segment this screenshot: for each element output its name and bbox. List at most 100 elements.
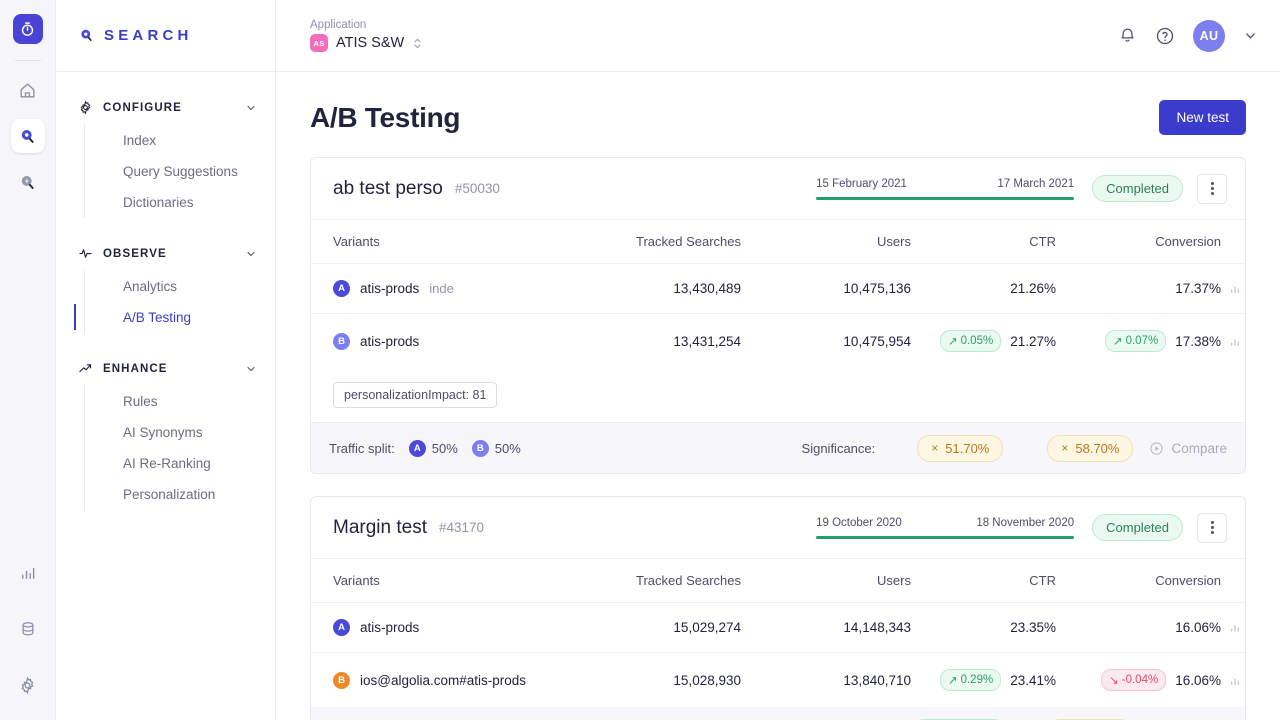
rail-item-home[interactable] [11,73,45,107]
app-root: SEARCH CONFIGURE Index Query Suggestions… [0,0,1280,720]
personalization-impact-tag: personalizationImpact: 81 [333,382,498,408]
bell-icon[interactable] [1118,26,1137,45]
table-row: B ios@algolia.com#atis-prods 15,028,930 … [311,653,1245,708]
new-test-button[interactable]: New test [1159,100,1246,135]
variant-cell: B ios@algolia.com#atis-prods [311,671,546,689]
sidebar: SEARCH CONFIGURE Index Query Suggestions… [56,0,276,720]
table-header-row: Variants Tracked Searches Users CTR Conv… [311,220,1245,264]
status-badge: Completed [1092,175,1183,202]
column-header-users: Users [741,220,911,264]
nav-group-configure: CONFIGURE Index Query Suggestions Dictio… [56,90,275,218]
cell-ctr: ↗ 0.05% 21.27% [939,330,1056,352]
sidebar-item-dictionaries[interactable]: Dictionaries [113,187,265,218]
variant-badge: A [333,619,350,636]
sidebar-item-ab-testing[interactable]: A/B Testing [74,302,265,333]
chevron-down-icon[interactable] [1243,28,1258,43]
sidebar-item-index[interactable]: Index [113,125,265,156]
column-header-conversion: Conversion [1056,220,1221,264]
analytics-link[interactable]: Analy [1221,620,1245,635]
test-end-date: 18 November 2020 [976,516,1075,529]
algolia-search-logo-icon [78,27,95,44]
sidebar-item-ai-re-ranking[interactable]: AI Re-Ranking [113,448,265,479]
ctr-value: 21.26% [1010,281,1056,296]
cell-tracked-searches: 15,028,930 [673,672,741,688]
traffic-split-percent: 50% [431,440,458,456]
test-timeline: 15 February 2021 17 March 2021 [816,177,1075,200]
more-vertical-icon[interactable] [1197,512,1227,543]
top-bar: Application AS ATIS S&W AU [276,0,1280,72]
sidebar-item-analytics[interactable]: Analytics [113,271,265,302]
chevron-down-icon[interactable] [245,248,257,260]
updown-chevrons-icon[interactable] [412,36,423,51]
test-start-date: 19 October 2020 [816,516,902,529]
nav-sub-configure: Index Query Suggestions Dictionaries [84,125,275,218]
ctr-delta-value: 0.29% [960,674,994,686]
cell-tracked-searches: 15,029,274 [546,602,741,653]
table-header-row: Variants Tracked Searches Users CTR Conv… [311,559,1245,603]
ctr-delta-value: 0.05% [960,335,994,347]
test-end-date: 17 March 2021 [997,177,1075,190]
nav-group-header-enhance[interactable]: ENHANCE [56,351,275,386]
main-content: Application AS ATIS S&W AU A/B Testing N… [276,0,1280,720]
column-header-tracked-searches: Tracked Searches [546,559,741,603]
sidebar-item-ai-synonyms[interactable]: AI Synonyms [113,417,265,448]
ctr-value: 23.35% [1010,620,1056,635]
cell-conversion: 17.37% [1175,281,1221,296]
chevron-down-icon[interactable] [245,102,257,114]
nav-group-header-configure[interactable]: CONFIGURE [56,90,275,125]
settings-gear-icon[interactable] [11,668,45,702]
cell-users: 10,475,954 [843,333,911,349]
more-vertical-icon[interactable] [1197,173,1227,204]
traffic-split-percent: 50% [494,440,521,456]
traffic-split-label: Traffic split: [329,440,395,456]
sidebar-nav: CONFIGURE Index Query Suggestions Dictio… [56,72,275,510]
cell-tracked-searches: 13,431,254 [673,333,741,349]
bar-chart-icon [1229,674,1242,687]
application-name: ATIS S&W [336,35,405,51]
variant-badge: B [333,332,350,350]
test-progress-bar [816,535,1075,539]
variant-badge: A [408,439,426,457]
rail-item-recommend[interactable] [11,165,45,199]
cell-users: 10,475,136 [741,263,911,314]
arrow-up-right-icon: ↗ [947,336,958,348]
application-selector[interactable]: AS ATIS S&W [310,34,423,52]
significance-group: Significance: × 51.70% × 58.70% Compare [802,434,1227,462]
test-name[interactable]: ab test perso [333,178,443,200]
column-header-variants: Variants [311,559,546,603]
database-icon[interactable] [11,612,45,646]
test-card: Margin test #43170 19 October 2020 18 No… [310,496,1246,720]
sidebar-item-rules[interactable]: Rules [113,386,265,417]
variant-cell: A atis-prods inde [311,280,546,297]
analytics-bar-icon[interactable] [11,556,45,590]
variants-table: Variants Tracked Searches Users CTR Conv… [311,220,1245,368]
sidebar-item-query-suggestions[interactable]: Query Suggestions [113,156,265,187]
sidebar-item-personalization[interactable]: Personalization [113,479,265,510]
significance-value: 51.70% [945,440,990,456]
rail-item-search[interactable] [10,119,45,153]
analytics-link[interactable]: Analy [1221,334,1245,349]
compare-button[interactable]: Compare [1149,441,1227,456]
question-circle-icon[interactable] [1155,26,1175,46]
rail-bottom-group [11,556,45,720]
nav-sub-observe: Analytics A/B Testing [74,271,275,333]
nav-group-header-observe[interactable]: OBSERVE [56,236,275,271]
analytics-link[interactable]: Analy [1221,673,1245,688]
analytics-link[interactable]: Analy [1221,281,1245,296]
avatar[interactable]: AU [1193,19,1225,52]
cell-ctr: ↗ 0.29% 23.41% [939,669,1056,691]
chevron-down-icon[interactable] [245,363,257,375]
nav-group-label: OBSERVE [103,247,167,260]
test-start-date: 15 February 2021 [816,177,907,190]
sidebar-brand[interactable]: SEARCH [56,0,275,72]
arrow-up-right-icon: ↗ [1112,336,1123,348]
cell-tracked-searches: 13,430,489 [546,263,741,314]
algolia-stopwatch-logo-icon[interactable] [12,14,43,44]
test-name[interactable]: Margin test [333,517,427,539]
conversion-value: 17.37% [1175,281,1221,296]
variant-cell: B atis-prods [311,332,546,350]
table-row: A atis-prods 15,029,274 14,148,343 23.35… [311,602,1245,653]
cell-users: 13,840,710 [843,672,911,688]
